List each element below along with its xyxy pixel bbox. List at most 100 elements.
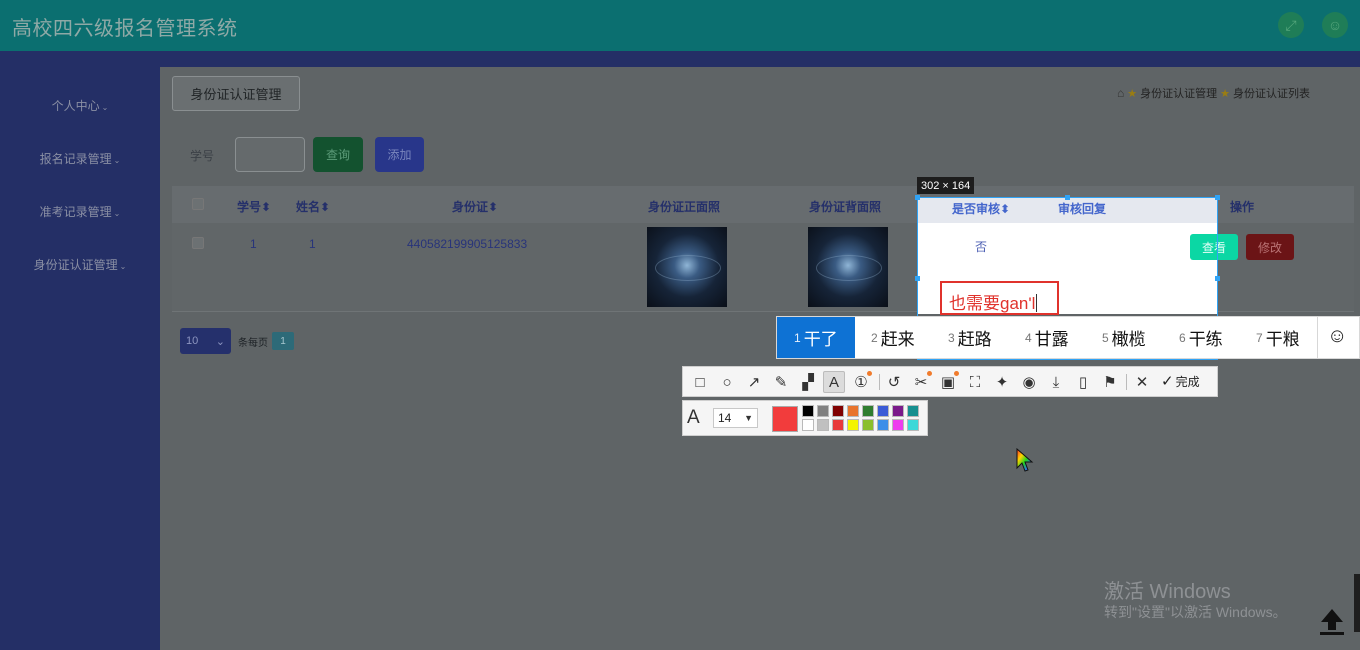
- mouse-cursor-icon: [1016, 448, 1034, 472]
- color-swatch[interactable]: [847, 405, 859, 417]
- color-swatch[interactable]: [802, 419, 814, 431]
- color-swatch[interactable]: [862, 405, 874, 417]
- done-button[interactable]: ✓ 完成: [1161, 372, 1200, 390]
- sidebar-item-admission[interactable]: 准考记录管理 ⌄: [0, 203, 160, 220]
- sort-icon: ⬍: [488, 200, 499, 214]
- page-size-select[interactable]: 10 ⌄: [180, 328, 231, 354]
- rectangle-tool-icon[interactable]: □: [689, 371, 711, 393]
- resize-handle-nw[interactable]: [915, 195, 920, 200]
- font-icon: A: [687, 407, 700, 428]
- page-title-chip[interactable]: 身份证认证管理: [172, 76, 300, 111]
- color-swatch[interactable]: [847, 419, 859, 431]
- text-options-bar: A 14 ▼: [682, 400, 928, 436]
- fullscreen-button[interactable]: ⤢: [1278, 12, 1304, 38]
- user-button[interactable]: ☺: [1322, 12, 1348, 38]
- bookmark-icon[interactable]: ⚑: [1099, 371, 1121, 393]
- breadcrumb-item[interactable]: 身份证认证列表: [1233, 85, 1310, 101]
- color-swatch[interactable]: [832, 405, 844, 417]
- column-header-back-photo: 身份证背面照: [809, 200, 882, 214]
- sidebar-item-label: 报名记录管理: [39, 152, 112, 166]
- resize-handle-e[interactable]: [1215, 276, 1220, 281]
- activation-watermark-title: 激活 Windows: [1104, 581, 1231, 603]
- color-swatch[interactable]: [907, 419, 919, 431]
- check-icon: ✓: [1161, 373, 1174, 390]
- ime-candidate-bar: 1 干了 2 赶来 3 赶路 4 甘露 5 橄榄 6 干练 7 干粮 ☺: [776, 316, 1360, 359]
- ime-candidate[interactable]: 4 甘露: [1025, 317, 1069, 358]
- per-page-label: 条每页: [238, 337, 268, 349]
- home-icon[interactable]: ⌂: [1117, 86, 1124, 100]
- chevron-down-icon: ⌄: [113, 209, 121, 218]
- app-title: 高校四六级报名管理系统: [12, 18, 238, 40]
- color-swatch[interactable]: [877, 419, 889, 431]
- caret-down-icon: ▼: [744, 413, 753, 423]
- download-icon[interactable]: ⤓: [1045, 371, 1067, 393]
- sidebar-item-label: 身份证认证管理: [33, 258, 118, 272]
- back-photo-thumbnail[interactable]: [808, 227, 888, 307]
- sidebar-item-personal-center[interactable]: 个人中心 ⌄: [0, 97, 160, 114]
- select-all-checkbox[interactable]: [192, 198, 204, 210]
- ellipse-tool-icon[interactable]: ○: [716, 371, 738, 393]
- scrollbar[interactable]: [1354, 574, 1360, 632]
- badge-dot: [867, 371, 872, 376]
- column-header-id-card[interactable]: 身份证⬍: [452, 198, 498, 215]
- color-swatch[interactable]: [817, 419, 829, 431]
- ime-candidate[interactable]: 5 橄榄: [1102, 317, 1146, 358]
- page-button-current[interactable]: 1: [272, 332, 294, 350]
- color-swatch[interactable]: [892, 405, 904, 417]
- phone-icon[interactable]: ▯: [1072, 371, 1094, 393]
- sidebar-item-label: 个人中心: [51, 99, 100, 113]
- front-photo-thumbnail[interactable]: [647, 227, 727, 307]
- text-annotation-box[interactable]: 也需要gan'l: [940, 281, 1059, 315]
- color-swatch[interactable]: [907, 405, 919, 417]
- badge-dot: [954, 371, 959, 376]
- long-screenshot-icon[interactable]: ⛶: [964, 371, 986, 393]
- sort-icon: ⬍: [261, 200, 272, 214]
- pencil-tool-icon[interactable]: ✎: [770, 371, 792, 393]
- add-button[interactable]: 添加: [375, 137, 424, 172]
- pin-icon[interactable]: ✦: [991, 371, 1013, 393]
- mosaic-tool-icon[interactable]: ▞: [797, 371, 819, 393]
- activation-watermark-text: 转到"设置"以激活 Windows。: [1104, 604, 1287, 620]
- color-swatch[interactable]: [832, 419, 844, 431]
- color-swatch[interactable]: [892, 419, 904, 431]
- sidebar-item-registration[interactable]: 报名记录管理 ⌄: [0, 150, 160, 167]
- sidebar-item-id-verification[interactable]: 身份证认证管理 ⌄: [0, 256, 160, 273]
- color-swatch[interactable]: [877, 405, 889, 417]
- font-size-select[interactable]: 14 ▼: [713, 408, 758, 428]
- ime-candidate[interactable]: 2 赶来: [871, 317, 915, 358]
- back-to-top-icon[interactable]: [1318, 606, 1346, 636]
- resize-handle-ne[interactable]: [1215, 195, 1220, 200]
- color-swatch[interactable]: [862, 419, 874, 431]
- record-icon[interactable]: ◉: [1018, 371, 1040, 393]
- ime-candidate[interactable]: 1 干了: [777, 317, 855, 358]
- column-header-name[interactable]: 姓名⬍: [296, 198, 330, 215]
- selection-size-badge: 302 × 164: [917, 177, 975, 194]
- close-icon[interactable]: ✕: [1131, 371, 1153, 393]
- arrow-tool-icon[interactable]: ↗: [743, 371, 765, 393]
- ime-candidate[interactable]: 3 赶路: [948, 317, 992, 358]
- query-button[interactable]: 查询: [313, 137, 363, 172]
- color-swatch[interactable]: [817, 405, 829, 417]
- header-strip: [0, 51, 1360, 67]
- chevron-down-icon: ⌄: [119, 262, 127, 271]
- color-swatch[interactable]: [802, 405, 814, 417]
- search-label: 学号: [190, 149, 215, 163]
- emoji-icon[interactable]: ☺: [1327, 325, 1347, 348]
- chevron-down-icon: ⌄: [215, 335, 225, 348]
- ime-candidate[interactable]: 6 干练: [1179, 317, 1223, 358]
- resize-handle-n[interactable]: [1065, 195, 1070, 200]
- column-header-student-id[interactable]: 学号⬍: [237, 198, 271, 215]
- current-color-swatch[interactable]: [772, 406, 798, 432]
- breadcrumb-item[interactable]: 身份证认证管理: [1140, 85, 1217, 101]
- text-tool-icon[interactable]: A: [823, 371, 845, 393]
- ime-candidate[interactable]: 7 干粮: [1256, 317, 1300, 358]
- edit-button[interactable]: 修改: [1246, 234, 1294, 260]
- row-checkbox[interactable]: [192, 237, 204, 249]
- cell-id-card: 440582199905125833: [407, 237, 528, 251]
- resize-handle-w[interactable]: [915, 276, 920, 281]
- student-id-input[interactable]: [235, 137, 305, 172]
- star-icon: ★: [1127, 87, 1138, 100]
- sort-icon: ⬍: [320, 200, 331, 214]
- chevron-down-icon: ⌄: [113, 156, 121, 165]
- undo-icon[interactable]: ↺: [883, 371, 905, 393]
